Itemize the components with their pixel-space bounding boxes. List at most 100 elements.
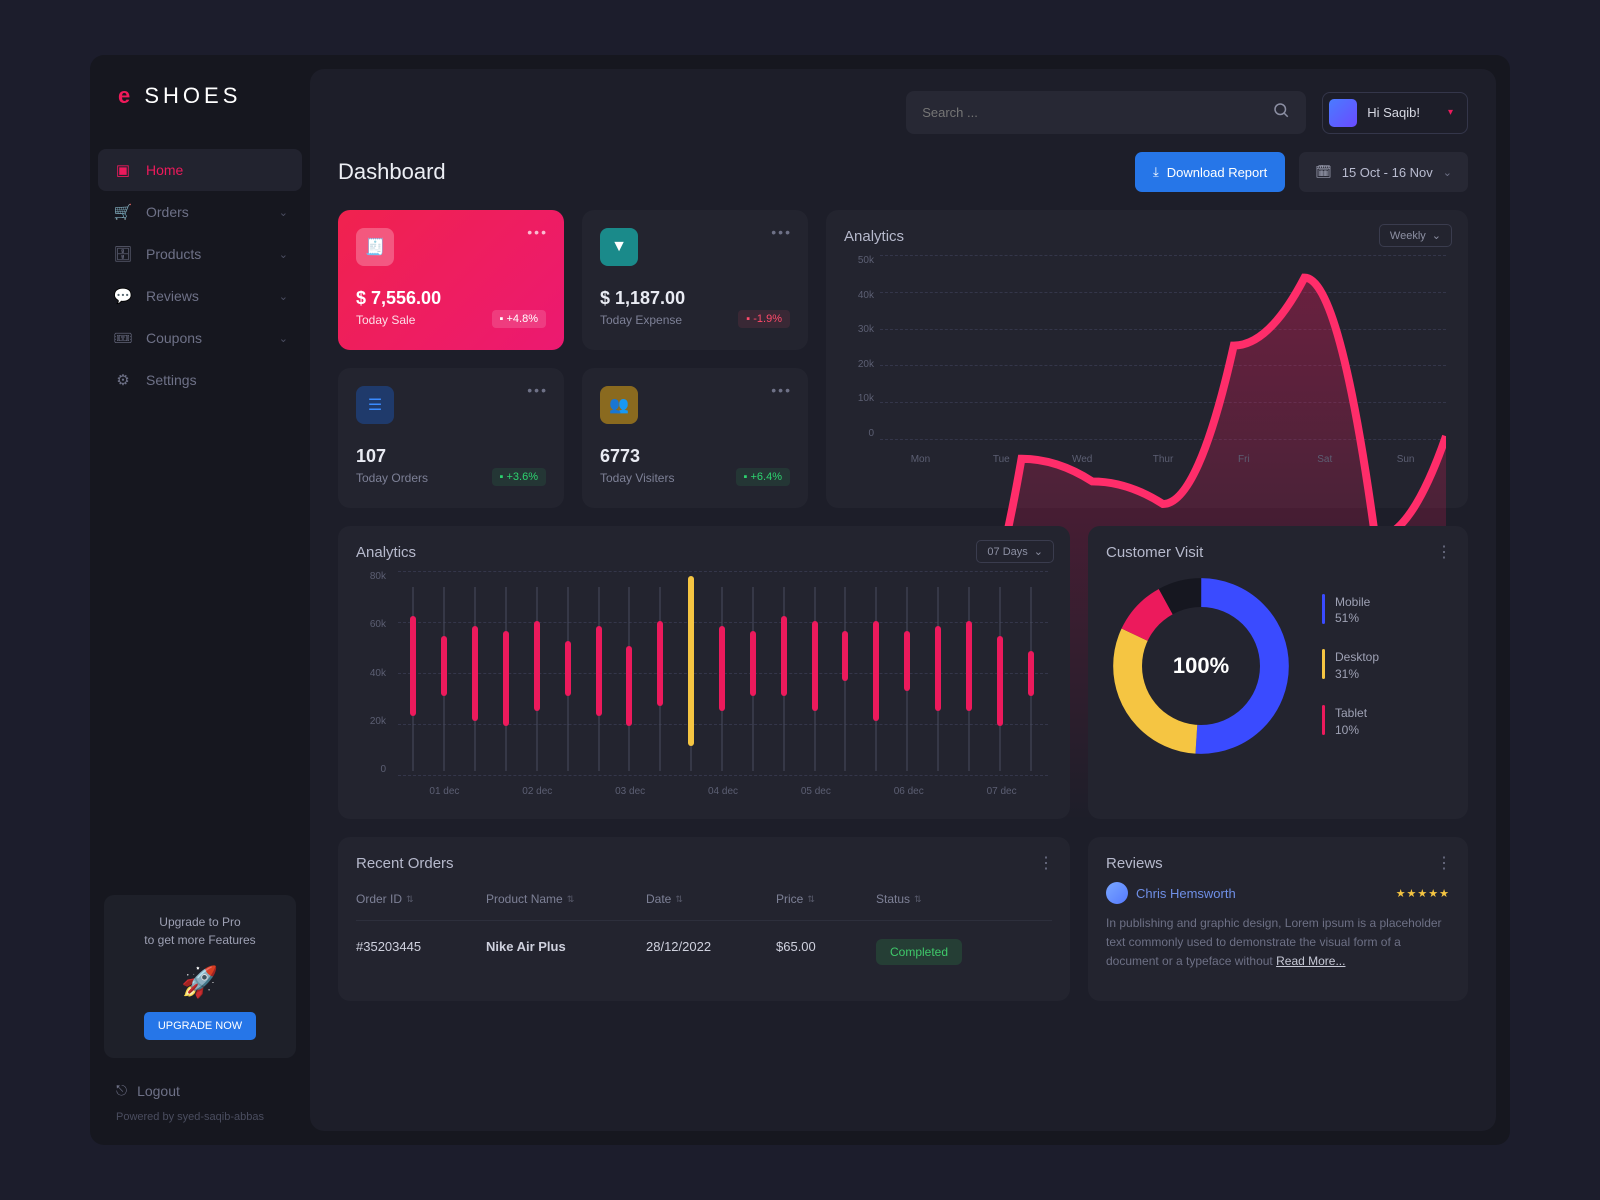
more-icon[interactable]: ⋮ xyxy=(1038,853,1054,873)
star-rating: ★★★★★ xyxy=(1396,887,1450,900)
filter-icon: ▼ xyxy=(600,228,638,266)
sidebar-item-settings[interactable]: ⚙ Settings xyxy=(90,359,310,401)
x-axis-labels: 01 dec02 dec03 dec04 dec05 dec06 dec07 d… xyxy=(398,786,1048,797)
more-icon[interactable]: ••• xyxy=(771,382,792,398)
upgrade-line2: to get more Features xyxy=(116,931,284,949)
analytics-7day-card: Analytics 07 Days⌄ 80k60k40k20k0 01 dec0… xyxy=(338,526,1070,819)
line-chart: 50k40k30k20k10k0 MonTueWedThurFriSatSun xyxy=(844,255,1450,465)
sidebar-item-reviews[interactable]: 💬 Reviews ⌄ xyxy=(90,275,310,317)
sidebar-item-label: Products xyxy=(146,246,201,262)
col-status[interactable]: Status⇅ xyxy=(876,892,996,906)
sidebar-item-products[interactable]: 🗄 Products ⌄ xyxy=(90,233,310,275)
home-icon: ▣ xyxy=(112,161,134,179)
more-icon[interactable]: ⋮ xyxy=(1436,542,1452,562)
status-badge: Completed xyxy=(876,939,962,965)
stat-value: 6773 xyxy=(600,446,790,467)
stat-delta: ▪ -1.9% xyxy=(738,310,790,328)
register-icon: 🧾 xyxy=(356,228,394,266)
more-icon[interactable]: ••• xyxy=(527,382,548,398)
donut-legend: Mobile51%Desktop31%Tablet10% xyxy=(1322,594,1379,739)
stat-card-sale: ••• 🧾 $ 7,556.00 Today Sale ▪ +4.8% xyxy=(338,210,564,350)
col-date[interactable]: Date⇅ xyxy=(646,892,776,906)
rocket-icon: 🚀 xyxy=(116,965,284,1000)
cell-price: $65.00 xyxy=(776,939,876,965)
chat-icon: 💬 xyxy=(112,287,134,305)
download-label: Download Report xyxy=(1167,165,1267,180)
sidebar-item-home[interactable]: ▣ Home xyxy=(98,149,302,191)
range-select-7days[interactable]: 07 Days⌄ xyxy=(976,540,1054,563)
avatar xyxy=(1329,99,1357,127)
range-select-weekly[interactable]: Weekly⌄ xyxy=(1379,224,1452,247)
sort-icon: ⇅ xyxy=(914,894,922,905)
download-report-button[interactable]: ⤓ Download Report xyxy=(1135,152,1285,192)
review-text: In publishing and graphic design, Lorem … xyxy=(1106,914,1450,972)
chevron-down-icon: ⌄ xyxy=(1034,545,1043,558)
review-header: Chris Hemsworth ★★★★★ xyxy=(1106,882,1450,904)
chevron-down-icon: ⌄ xyxy=(279,332,288,345)
reviews-card: ⋮ Reviews Chris Hemsworth ★★★★★ In publi… xyxy=(1088,837,1468,1001)
reviewer-name: Chris Hemsworth xyxy=(1136,886,1236,901)
stat-value: $ 1,187.00 xyxy=(600,288,790,309)
sort-icon: ⇅ xyxy=(807,894,815,905)
donut-center-label: 100% xyxy=(1142,607,1260,725)
search-box[interactable] xyxy=(906,91,1306,134)
brand-logo: e SHOES xyxy=(90,83,310,149)
col-order-id[interactable]: Order ID⇅ xyxy=(356,892,486,906)
upgrade-button[interactable]: UPGRADE NOW xyxy=(144,1012,256,1040)
brand-prefix: e xyxy=(118,83,134,108)
col-product[interactable]: Product Name⇅ xyxy=(486,892,646,906)
customer-visit-card: ⋮ Customer Visit 100% Mobile51%Desktop31… xyxy=(1088,526,1468,819)
bottom-row: ⋮ Recent Orders Order ID⇅ Product Name⇅ … xyxy=(338,837,1468,1001)
chevron-down-icon: ⌄ xyxy=(1432,229,1441,242)
search-icon xyxy=(1272,101,1290,124)
content: Dashboard ⤓ Download Report 🗓 15 Oct - 1… xyxy=(310,144,1496,1131)
stat-card-expense: ••• ▼ $ 1,187.00 Today Expense ▪ -1.9% xyxy=(582,210,808,350)
list-icon: ☰ xyxy=(356,386,394,424)
sidebar-item-orders[interactable]: 🛒 Orders ⌄ xyxy=(90,191,310,233)
more-icon[interactable]: ⋮ xyxy=(1436,853,1452,873)
sidebar-item-label: Home xyxy=(146,162,183,178)
recent-orders-card: ⋮ Recent Orders Order ID⇅ Product Name⇅ … xyxy=(338,837,1070,1001)
user-greeting: Hi Saqib! xyxy=(1367,105,1420,120)
col-price[interactable]: Price⇅ xyxy=(776,892,876,906)
gear-icon: ⚙ xyxy=(112,371,134,389)
upgrade-line1: Upgrade to Pro xyxy=(116,913,284,931)
sort-icon: ⇅ xyxy=(406,894,414,905)
more-icon[interactable]: ••• xyxy=(771,224,792,240)
x-axis-labels: MonTueWedThurFriSatSun xyxy=(880,454,1446,465)
topbar: Hi Saqib! ▾ xyxy=(310,69,1496,144)
y-axis-labels: 80k60k40k20k0 xyxy=(356,571,386,775)
sort-icon: ⇅ xyxy=(567,894,575,905)
table-row[interactable]: #35203445 Nike Air Plus 28/12/2022 $65.0… xyxy=(356,921,1052,983)
powered-by: Powered by syed-saqib-abbas xyxy=(90,1111,310,1145)
card-title: Recent Orders xyxy=(356,855,1052,872)
stats-row: ••• 🧾 $ 7,556.00 Today Sale ▪ +4.8% ••• … xyxy=(338,210,1468,508)
read-more-link[interactable]: Read More... xyxy=(1276,954,1345,968)
table-header: Order ID⇅ Product Name⇅ Date⇅ Price⇅ Sta… xyxy=(356,882,1052,921)
upgrade-card: Upgrade to Pro to get more Features 🚀 UP… xyxy=(104,895,296,1058)
date-range-picker[interactable]: 🗓 15 Oct - 16 Nov ⌄ xyxy=(1299,152,1468,192)
main: Hi Saqib! ▾ Dashboard ⤓ Download Report … xyxy=(310,69,1496,1131)
card-title: Analytics xyxy=(844,228,1450,245)
brand-name: SHOES xyxy=(144,83,241,108)
search-input[interactable] xyxy=(922,105,1272,120)
cell-order-id: #35203445 xyxy=(356,939,486,965)
stat-delta: ▪ +6.4% xyxy=(736,468,790,486)
calendar-icon: 🗓 xyxy=(1315,164,1332,180)
app-frame: e SHOES ▣ Home 🛒 Orders ⌄ 🗄 Products ⌄ 💬… xyxy=(90,55,1510,1145)
chevron-down-icon: ⌄ xyxy=(279,248,288,261)
user-menu[interactable]: Hi Saqib! ▾ xyxy=(1322,92,1468,134)
mid-row: Analytics 07 Days⌄ 80k60k40k20k0 01 dec0… xyxy=(338,526,1468,819)
analytics-weekly-card: Analytics Weekly⌄ 50k40k30k20k10k0 MonTu… xyxy=(826,210,1468,508)
logout-label: Logout xyxy=(137,1083,180,1099)
sidebar-item-coupons[interactable]: 🎟 Coupons ⌄ xyxy=(90,317,310,359)
logout-link[interactable]: ⎋ Logout xyxy=(90,1082,310,1111)
users-icon: 👥 xyxy=(600,386,638,424)
sidebar-item-label: Coupons xyxy=(146,330,202,346)
sidebar-item-label: Orders xyxy=(146,204,189,220)
ticket-icon: 🎟 xyxy=(112,329,134,347)
sidebar-item-label: Reviews xyxy=(146,288,199,304)
titlebar: Dashboard ⤓ Download Report 🗓 15 Oct - 1… xyxy=(338,152,1468,192)
download-icon: ⤓ xyxy=(1153,164,1159,180)
more-icon[interactable]: ••• xyxy=(527,224,548,240)
